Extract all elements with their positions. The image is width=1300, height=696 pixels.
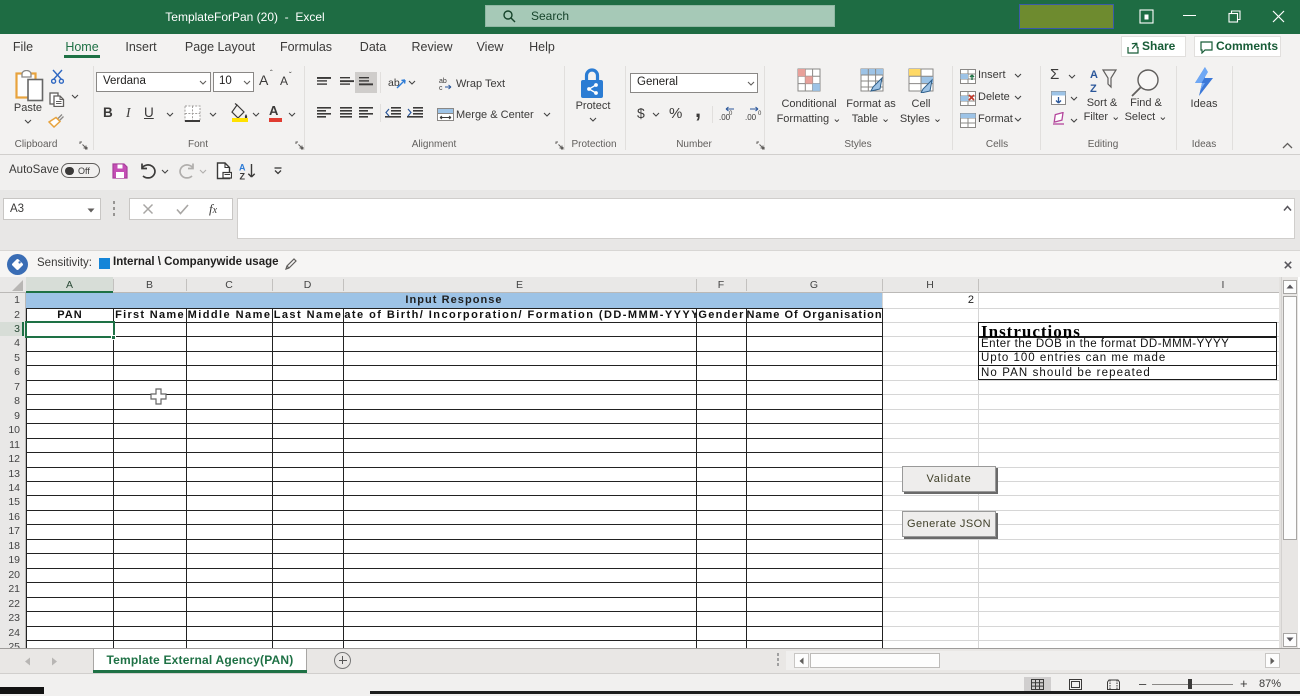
svg-text:Z: Z (1090, 83, 1097, 95)
svg-text:ab: ab (439, 78, 447, 85)
svg-text:Z: Z (240, 172, 246, 181)
svg-text:.00: .00 (745, 113, 757, 121)
svg-text:0: 0 (729, 111, 733, 117)
svg-text:c: c (439, 85, 443, 90)
svg-text:A: A (1090, 69, 1098, 81)
